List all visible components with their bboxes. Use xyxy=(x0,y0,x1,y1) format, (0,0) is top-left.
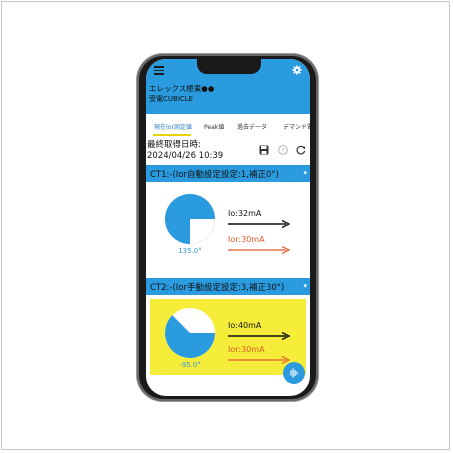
save-icon[interactable] xyxy=(259,145,269,155)
ct1-ior-arrow xyxy=(228,246,290,254)
ct1-section-header[interactable]: CT1:-(Ior自動設定設定:1,補正0°) ▾ xyxy=(146,165,310,182)
ct2-io-value: Io:40mA xyxy=(228,321,262,330)
site-name: エレックス極東●● xyxy=(149,84,215,93)
last-fetch-value: 2024/04/26 10:39 xyxy=(147,151,224,161)
ct2-ior-arrow xyxy=(228,356,290,364)
gear-icon[interactable] xyxy=(292,65,302,75)
voice-fab-button[interactable] xyxy=(283,362,305,384)
chevron-down-icon: ▾ xyxy=(303,282,307,290)
ct2-phase-pie xyxy=(165,308,215,358)
ct1-ior-value: Ior:30mA xyxy=(228,235,265,244)
tab-active-indicator xyxy=(153,134,191,136)
svg-text:?: ? xyxy=(281,146,284,154)
tab-demand[interactable]: デマンド電 xyxy=(283,122,310,131)
help-icon[interactable]: ? xyxy=(278,145,288,155)
ct1-title: CT1:-(Ior自動設定設定:1,補正0°) xyxy=(150,170,279,180)
ct1-io-value: Io:32mA xyxy=(228,209,262,218)
ct1-io-arrow xyxy=(228,220,290,228)
tab-bar: 現在Ior測定値 Peak値 過去データ デマンド電 xyxy=(146,114,310,136)
ct1-angle: 135.0° xyxy=(178,247,202,255)
phone-notch xyxy=(197,59,261,74)
tab-peak[interactable]: Peak値 xyxy=(204,122,224,131)
app-header: エレックス極東●● 受電CUBICLE xyxy=(146,59,310,114)
refresh-icon[interactable] xyxy=(296,145,306,155)
ct2-ior-value: Ior:30mA xyxy=(228,345,265,354)
audio-wave-icon xyxy=(290,368,298,378)
phone-screen: エレックス極東●● 受電CUBICLE 現在Ior測定値 Peak値 過去データ… xyxy=(146,59,310,396)
ct2-title: CT2:-(Ior手動設定設定:3,補正30°) xyxy=(150,283,285,293)
tab-current-ior[interactable]: 現在Ior測定値 xyxy=(154,122,192,131)
ct1-card: 135.0° Io:32mA Ior:30mA xyxy=(150,185,306,261)
menu-icon[interactable] xyxy=(154,66,164,75)
ct2-angle: -95.0° xyxy=(179,361,201,369)
tab-history[interactable]: 過去データ xyxy=(237,122,267,131)
last-fetch-label: 最終取得日時: xyxy=(147,140,201,150)
chevron-down-icon: ▾ xyxy=(303,169,307,177)
ct1-phase-pie xyxy=(164,193,216,245)
ct2-io-arrow xyxy=(228,332,290,340)
cubicle-name: 受電CUBICLE xyxy=(149,95,194,103)
ct2-section-header[interactable]: CT2:-(Ior手動設定設定:3,補正30°) ▾ xyxy=(146,278,310,295)
